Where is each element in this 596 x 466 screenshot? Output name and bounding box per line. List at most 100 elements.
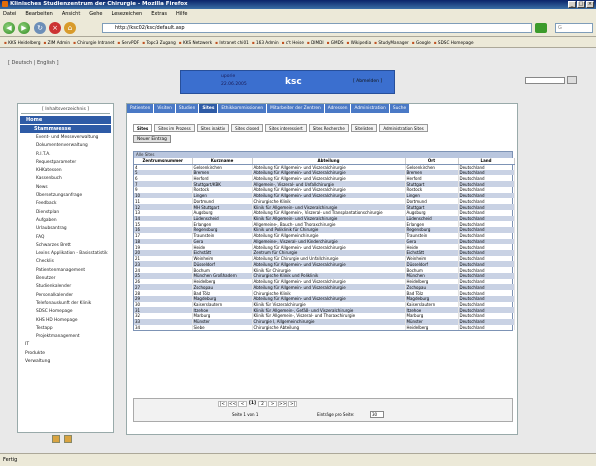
tab-visiten[interactable]: Visiten xyxy=(154,104,175,113)
sidebar-item-it[interactable]: IT xyxy=(18,341,113,349)
folder-icon[interactable] xyxy=(52,435,60,443)
url-input[interactable]: http://ksc02/ksc/default.asp xyxy=(102,23,532,33)
sidebar-section[interactable]: Stammwesse xyxy=(20,125,111,133)
tab-studien[interactable]: Studien xyxy=(175,104,199,113)
bookmark-item[interactable]: ServPDF xyxy=(117,37,140,47)
subtab-sites-closed[interactable]: Sites closed xyxy=(231,124,264,132)
sidebar-item[interactable]: Lexins Applikation - Basisstatistik xyxy=(18,250,113,258)
sidebar-item[interactable]: Testapp xyxy=(18,325,113,333)
subtab-administration-sites[interactable]: Administration Sites xyxy=(379,124,428,132)
sidebar-item[interactable]: Checklis xyxy=(18,258,113,266)
sidebar-item[interactable]: KHS HD Homepage xyxy=(18,317,113,325)
prev-block-button[interactable]: << xyxy=(228,401,237,407)
menu-ansicht[interactable]: Ansicht xyxy=(62,9,80,19)
next-page-button[interactable]: > xyxy=(268,401,277,407)
maximize-button[interactable]: □ xyxy=(577,1,585,8)
forward-icon[interactable]: ▶ xyxy=(18,22,30,34)
minimize-button[interactable]: _ xyxy=(568,1,576,8)
sidebar-item[interactable]: KHKatessen xyxy=(18,167,113,175)
subtab-sites-im-prozess[interactable]: Sites im Prozess xyxy=(154,124,195,132)
table-row[interactable]: 34 Siebe Chirurgische Abteilung Heidelberg D… xyxy=(134,324,515,331)
menu-bearbeiten[interactable]: Bearbeiten xyxy=(25,9,52,19)
sidebar-item[interactable]: Studienkalender xyxy=(18,283,113,291)
subtab-sites-interessiert[interactable]: Sites interessiert xyxy=(265,124,307,132)
sidebar-item[interactable]: Event- und Messeverwaltung xyxy=(18,134,113,142)
bookmark-item[interactable]: Topc3 Zugang xyxy=(142,37,175,47)
sidebar-item[interactable]: Dokumentenverwaltung xyxy=(18,142,113,150)
bookmark-item[interactable]: 163 Admin xyxy=(252,37,279,47)
sidebar-item[interactable]: Kassenbuch xyxy=(18,175,113,183)
page-size-select[interactable]: 30 xyxy=(370,411,384,418)
subtab-sites[interactable]: Sites xyxy=(133,124,153,132)
new-entry-button[interactable]: Neuer Eintrag xyxy=(133,135,171,143)
menu-lesezeichen[interactable]: Lesezeichen xyxy=(112,9,143,19)
sidebar-item[interactable]: R.I.T.A. xyxy=(18,151,113,159)
tab-sites[interactable]: Sites xyxy=(199,104,218,113)
tab-adressen[interactable]: Adressen xyxy=(324,104,351,113)
sidebar-item[interactable]: News xyxy=(18,184,113,192)
sidebar-item[interactable]: Übersetzungsanfrage xyxy=(18,192,113,200)
go-button[interactable] xyxy=(535,23,547,33)
prev-page-button[interactable]: < xyxy=(238,401,247,407)
bookmark-item[interactable]: ZIM Admin xyxy=(43,37,70,47)
bookmark-item[interactable]: Google xyxy=(412,37,431,47)
sidebar-item[interactable]: Benutzer xyxy=(18,275,113,283)
reload-icon[interactable]: ↻ xyxy=(34,22,46,34)
sidebar-item[interactable]: Feedback xyxy=(18,200,113,208)
bookmark-item[interactable]: Intranet chi01 xyxy=(215,37,248,47)
menu-datei[interactable]: Datei xyxy=(3,9,16,19)
back-icon[interactable]: ◀ xyxy=(3,22,15,34)
sub-tabs: Sites Sites im Prozess Sites inaktiv Sit… xyxy=(133,124,428,132)
sidebar-item[interactable]: Requestparameter xyxy=(18,159,113,167)
bookmark-item[interactable]: KKS Netzwerk xyxy=(179,37,212,47)
subtab-sites-recherche[interactable]: Sites Recherche xyxy=(308,124,349,132)
quick-search-button[interactable] xyxy=(567,76,577,84)
home-icon[interactable]: ⌂ xyxy=(64,22,76,34)
bookmark-item[interactable]: StudyManager xyxy=(374,37,408,47)
bookmark-item[interactable]: GMDS xyxy=(327,37,344,47)
sidebar-item[interactable]: FAQ xyxy=(18,234,113,242)
tab-patienten[interactable]: Patienten xyxy=(127,104,154,113)
sidebar-item[interactable]: Personalkalender xyxy=(18,292,113,300)
next-block-button[interactable]: >> xyxy=(278,401,287,407)
sidebar-item[interactable]: Patientenmanagement xyxy=(18,267,113,275)
sidebar-item[interactable]: Schwarzes Brett xyxy=(18,242,113,250)
tab-ethikkommissionen[interactable]: Ethikkommissionen xyxy=(218,104,267,113)
bookmark-item[interactable]: DIMDI xyxy=(307,37,324,47)
bookmark-item[interactable]: c't Heise xyxy=(282,37,304,47)
sidebar-item[interactable]: SDSC Homepage xyxy=(18,308,113,316)
search-input[interactable]: G xyxy=(555,23,593,33)
subtab-sitelisten[interactable]: Sitelisten xyxy=(350,124,378,132)
menu-gehe[interactable]: Gehe xyxy=(89,9,102,19)
page-info: Seite 1 von 1 xyxy=(232,412,259,417)
quick-search-input[interactable] xyxy=(525,77,565,84)
sidebar-item[interactable]: Urlaubsantrag xyxy=(18,225,113,233)
tab-suche[interactable]: Suche xyxy=(389,104,410,113)
table-cell: 34 xyxy=(134,324,193,331)
sidebar-item[interactable]: Aufgaben xyxy=(18,217,113,225)
subtab-sites-inaktiv[interactable]: Sites inaktiv xyxy=(196,124,230,132)
tab-mitarbeiter[interactable]: Mitarbeiter der Zentren xyxy=(267,104,324,113)
sidebar-item[interactable]: Dienstplan xyxy=(18,209,113,217)
stop-icon[interactable]: × xyxy=(49,22,61,34)
bookmark-item[interactable]: KKS Heidelberg xyxy=(4,37,40,47)
sidebar-item-verwaltung[interactable]: Verwaltung xyxy=(18,358,113,366)
language-switch[interactable]: [ Deutsch | English ] xyxy=(8,60,59,66)
close-button[interactable]: × xyxy=(586,1,594,8)
sidebar-item[interactable]: Telefonauskunft der Klinik xyxy=(18,300,113,308)
print-icon[interactable] xyxy=(64,435,72,443)
first-page-button[interactable]: |< xyxy=(218,401,227,407)
menu-hilfe[interactable]: Hilfe xyxy=(176,9,187,19)
sidebar-item[interactable]: Projektmanagement xyxy=(18,333,113,341)
page-size-label: Einträge pro Seite: xyxy=(317,412,355,417)
logout-link[interactable]: [ Abmelden ] xyxy=(353,79,382,84)
sidebar-item-produkte[interactable]: Produkte xyxy=(18,350,113,358)
tab-administration[interactable]: Administration xyxy=(351,104,389,113)
bookmark-item[interactable]: Wikipedia xyxy=(347,37,371,47)
bookmark-item[interactable]: Chirurgie Intranet xyxy=(73,37,114,47)
bookmark-item[interactable]: SDSC Homepage xyxy=(434,37,474,47)
last-page-button[interactable]: >| xyxy=(288,401,297,407)
menu-extras[interactable]: Extras xyxy=(151,9,167,19)
sidebar-item-home[interactable]: Home xyxy=(20,116,111,124)
page-2-button[interactable]: 2 xyxy=(258,401,267,407)
